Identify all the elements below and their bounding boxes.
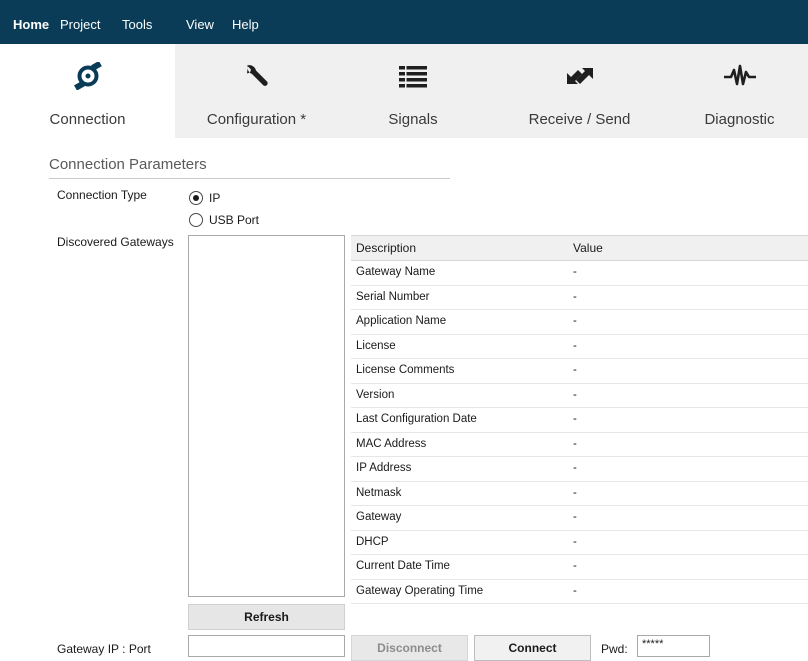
- section-divider: [49, 178, 450, 179]
- row-description: Serial Number: [356, 290, 430, 303]
- table-row[interactable]: Gateway Operating Time -: [351, 580, 808, 604]
- menu-bar: Home Project Tools View Help: [0, 0, 808, 44]
- row-value: -: [573, 437, 577, 450]
- table-row[interactable]: Gateway Name -: [351, 261, 808, 286]
- row-description: License Comments: [356, 364, 455, 376]
- table-row[interactable]: Application Name -: [351, 310, 808, 335]
- row-description: Gateway Name: [356, 266, 436, 278]
- pulse-icon: [723, 64, 756, 86]
- row-description: IP Address: [356, 462, 412, 474]
- radio-ip-label[interactable]: IP: [209, 191, 220, 205]
- row-value: -: [573, 339, 577, 352]
- table-row[interactable]: MAC Address -: [351, 433, 808, 457]
- header-value[interactable]: Value: [573, 241, 603, 255]
- menu-help[interactable]: Help: [232, 17, 259, 32]
- connect-button[interactable]: Connect: [474, 635, 591, 661]
- row-description: Application Name: [356, 315, 447, 327]
- table-row[interactable]: Netmask -: [351, 482, 808, 506]
- table-row[interactable]: Current Date Time -: [351, 555, 808, 580]
- radio-ip[interactable]: [189, 191, 203, 205]
- tab-diagnostic[interactable]: Diagnostic: [671, 44, 808, 138]
- row-value: -: [573, 584, 577, 597]
- row-value: -: [573, 511, 577, 523]
- discovered-gateways-list[interactable]: [188, 235, 345, 597]
- tab-diagnostic-label: Diagnostic: [704, 111, 775, 128]
- row-value: -: [573, 315, 577, 327]
- list-icon: [399, 65, 427, 89]
- wrench-icon: [246, 65, 268, 86]
- menu-tools[interactable]: Tools: [122, 17, 152, 32]
- row-value: -: [573, 486, 577, 499]
- row-value: -: [573, 413, 577, 425]
- table-row[interactable]: License Comments -: [351, 359, 808, 384]
- tab-receive-send-label: Receive / Send: [528, 111, 631, 128]
- row-value: -: [573, 364, 577, 376]
- row-value: -: [573, 535, 577, 548]
- row-description: MAC Address: [356, 437, 427, 450]
- tab-configuration-label: Configuration *: [206, 111, 307, 128]
- radio-usb[interactable]: [189, 213, 203, 227]
- table-row[interactable]: Serial Number -: [351, 286, 808, 310]
- table-row[interactable]: Last Configuration Date -: [351, 408, 808, 433]
- disconnect-button[interactable]: Disconnect: [351, 635, 468, 661]
- connection-icon: [73, 62, 102, 90]
- password-input[interactable]: *****: [637, 635, 710, 657]
- tab-receive-send[interactable]: Receive / Send: [488, 44, 671, 138]
- table-row[interactable]: IP Address -: [351, 457, 808, 482]
- row-description: Gateway Operating Time: [356, 584, 484, 597]
- gateway-info-table: Description Value Gateway Name - Serial N…: [351, 235, 808, 604]
- tab-connection[interactable]: Connection: [0, 44, 175, 138]
- radio-ip-dot: [193, 195, 199, 201]
- tab-signals-label: Signals: [388, 111, 438, 128]
- connection-type-label: Connection Type: [57, 188, 147, 202]
- table-row[interactable]: License -: [351, 335, 808, 359]
- row-value: -: [573, 462, 577, 474]
- table-header: Description Value: [351, 235, 808, 261]
- row-description: Gateway: [356, 511, 402, 523]
- gateway-ip-label: Gateway IP : Port: [57, 642, 151, 656]
- transfer-arrows-icon: [566, 68, 593, 84]
- row-value: -: [573, 266, 577, 278]
- tab-connection-label: Connection: [49, 111, 126, 128]
- row-description: Netmask: [356, 486, 402, 499]
- menu-view[interactable]: View: [186, 17, 214, 32]
- row-value: -: [573, 290, 577, 303]
- radio-usb-label[interactable]: USB Port: [209, 213, 259, 227]
- section-title: Connection Parameters: [49, 156, 207, 173]
- row-description: Current Date Time: [356, 560, 450, 572]
- row-description: Version: [356, 388, 395, 401]
- ribbon: Connection Configuration * Signals Recei…: [0, 44, 808, 138]
- row-value: -: [573, 560, 577, 572]
- row-value: -: [573, 388, 577, 401]
- header-description[interactable]: Description: [356, 241, 416, 255]
- tab-signals[interactable]: Signals: [338, 44, 488, 138]
- refresh-button[interactable]: Refresh: [188, 604, 345, 630]
- row-description: License: [356, 339, 396, 352]
- pwd-label: Pwd:: [601, 642, 628, 656]
- menu-project[interactable]: Project: [60, 17, 100, 32]
- tab-configuration[interactable]: Configuration *: [175, 44, 338, 138]
- row-description: Last Configuration Date: [356, 413, 477, 425]
- table-row[interactable]: DHCP -: [351, 531, 808, 555]
- table-row[interactable]: Gateway -: [351, 506, 808, 531]
- gateway-ip-input[interactable]: [188, 635, 345, 657]
- row-description: DHCP: [356, 535, 389, 548]
- menu-home[interactable]: Home: [13, 17, 49, 32]
- discovered-gateways-label: Discovered Gateways: [57, 235, 174, 249]
- table-row[interactable]: Version -: [351, 384, 808, 408]
